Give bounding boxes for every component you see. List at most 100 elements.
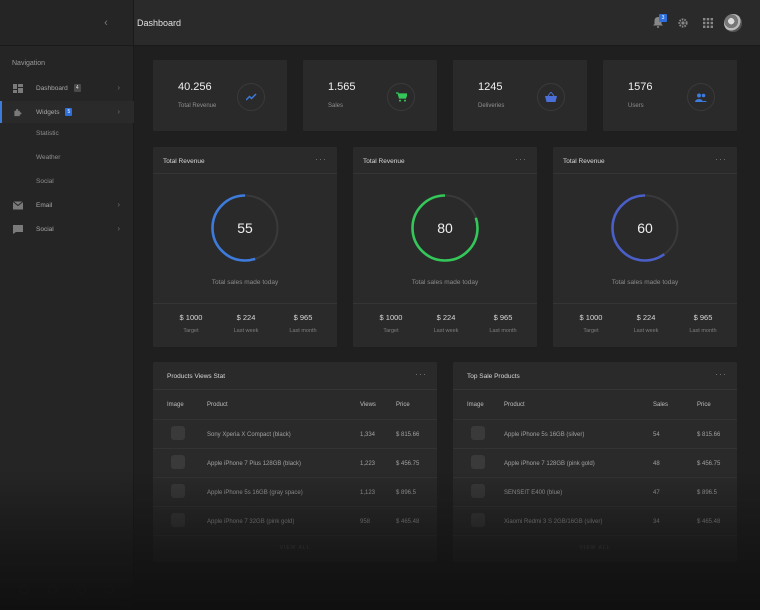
more-options-icon[interactable]: ··· <box>715 369 727 379</box>
product-thumbnail <box>471 426 485 440</box>
column-header-image[interactable]: Image <box>167 402 184 408</box>
column-header-image[interactable]: Image <box>467 402 484 408</box>
chevron-right-icon: › <box>117 200 120 209</box>
sidebar-item-label: Widgets <box>36 108 60 116</box>
product-name: Apple iPhone 5s 16GB (silver) <box>504 432 585 438</box>
view-all-link[interactable]: VIEW ALL <box>153 545 437 551</box>
sidebar-item-social[interactable]: Social › <box>0 218 134 240</box>
power-icon[interactable] <box>105 584 115 594</box>
sidebar-item-widgets[interactable]: Widgets 5 › <box>0 101 134 123</box>
product-views: 1,123 <box>360 490 376 496</box>
metric-label: Last month <box>689 328 717 334</box>
product-name: SENSEIT E400 (blue) <box>504 490 563 496</box>
product-price: $ 456.75 <box>396 461 420 467</box>
product-thumbnail <box>471 513 485 527</box>
product-views: 1,223 <box>360 461 376 467</box>
widgets-badge: 5 <box>65 108 73 116</box>
sidebar-subitem-social[interactable]: Social <box>36 178 54 185</box>
metric-value: $ 224 <box>636 313 656 322</box>
metric-target: $ 1000 Target <box>566 313 616 334</box>
table-row[interactable]: Xiaomi Redmi 3 S 2GB/16GB (silver) 34 $ … <box>453 506 737 535</box>
help-icon[interactable] <box>76 584 86 594</box>
more-options-icon[interactable]: ··· <box>315 154 327 164</box>
table-row[interactable]: Apple iPhone 5s 16GB (gray space) 1,123 … <box>153 477 437 506</box>
metric-target: $ 1000 Target <box>366 313 416 334</box>
product-views: 958 <box>360 519 371 525</box>
page-title: Dashboard <box>137 18 182 28</box>
metric-value: $ 224 <box>236 313 256 322</box>
sidebar-subitem-weather[interactable]: Weather <box>36 154 60 161</box>
gauge-value: 80 <box>437 220 453 236</box>
avatar[interactable] <box>724 14 742 32</box>
card-divider <box>353 303 537 304</box>
stat-label: Sales <box>328 103 344 109</box>
lock-icon[interactable] <box>48 584 58 594</box>
dashboard-icon <box>13 83 23 93</box>
more-options-icon[interactable]: ··· <box>415 369 427 379</box>
more-options-icon[interactable]: ··· <box>715 154 727 164</box>
card-divider <box>153 389 437 390</box>
stat-value: 1245 <box>478 81 503 93</box>
metric-value: $ 965 <box>693 313 713 322</box>
column-header-product[interactable]: Product <box>207 402 228 408</box>
metric-label: Last month <box>489 328 517 334</box>
metric-last-month: $ 965 Last month <box>678 313 728 334</box>
sidebar-item-label: Social <box>36 225 54 233</box>
metric-label: Target <box>583 328 599 334</box>
table-row[interactable]: Apple iPhone 7 32GB (pink gold) 958 $ 46… <box>153 506 437 535</box>
metric-label: Last week <box>233 328 259 334</box>
product-price: $ 815.66 <box>697 432 721 438</box>
sidebar-item-label: Dashboard <box>36 84 68 92</box>
more-options-icon[interactable]: ··· <box>515 154 527 164</box>
dashboard-badge: 4 <box>73 84 81 92</box>
gauge-caption: Total sales made today <box>611 279 679 286</box>
gauge-value: 55 <box>237 220 253 236</box>
column-header-price[interactable]: Price <box>697 402 711 408</box>
apps-grid-icon[interactable] <box>703 18 713 28</box>
table-row[interactable]: Sony Xperia X Compact (black) 1,334 $ 81… <box>153 419 437 448</box>
stat-label: Deliveries <box>478 103 505 109</box>
column-header-product[interactable]: Product <box>504 402 525 408</box>
gauge-caption: Total sales made today <box>211 279 279 286</box>
settings-icon[interactable] <box>19 584 29 594</box>
metric-last-week: $ 224 Last week <box>621 313 671 334</box>
table-row[interactable]: Apple iPhone 7 Plus 128GB (black) 1,223 … <box>153 448 437 477</box>
sidebar-item-dashboard[interactable]: Dashboard 4 › <box>0 77 134 99</box>
product-name: Sony Xperia X Compact (black) <box>207 432 291 438</box>
metric-last-week: $ 224 Last week <box>221 313 271 334</box>
table-row[interactable]: SENSEIT E400 (blue) 47 $ 896.5 <box>453 477 737 506</box>
product-thumbnail <box>171 455 185 469</box>
column-header-price[interactable]: Price <box>396 402 410 408</box>
card-divider <box>153 535 437 536</box>
row-divider <box>153 419 437 420</box>
metric-label: Target <box>383 328 399 334</box>
table-row[interactable]: Apple iPhone 5s 16GB (silver) 54 $ 815.6… <box>453 419 737 448</box>
sidebar-item-email[interactable]: Email › <box>0 194 134 216</box>
metric-value: $ 1000 <box>179 313 203 322</box>
metric-last-week: $ 224 Last week <box>421 313 471 334</box>
stat-value: 1576 <box>628 81 653 93</box>
sidebar-subitem-statistic[interactable]: Statistic <box>36 130 59 137</box>
chat-icon <box>13 224 23 234</box>
chevron-right-icon: › <box>117 224 120 233</box>
gear-icon[interactable] <box>678 18 688 28</box>
column-header-views[interactable]: Views <box>360 402 376 408</box>
product-price: $ 465.48 <box>396 519 420 525</box>
product-price: $ 456.75 <box>697 461 721 467</box>
metric-value: $ 965 <box>493 313 513 322</box>
card-divider <box>353 173 537 174</box>
view-all-link[interactable]: VIEW ALL <box>453 545 737 551</box>
chevron-right-icon: › <box>117 107 120 116</box>
stat-card-sales: 1.565 Sales <box>303 60 437 131</box>
metric-value: $ 965 <box>293 313 313 322</box>
stat-card-users: 1576 Users <box>603 60 737 131</box>
product-sales: 48 <box>653 461 660 467</box>
stat-label: Total Revenue <box>178 103 217 109</box>
column-header-sales[interactable]: Sales <box>653 402 668 408</box>
stat-label: Users <box>628 103 644 109</box>
revenue-card-2: Total Revenue ··· 80 Total sales made to… <box>353 147 537 347</box>
card-divider <box>453 389 737 390</box>
metric-label: Last month <box>289 328 317 334</box>
table-row[interactable]: Apple iPhone 7 128GB (pink gold) 48 $ 45… <box>453 448 737 477</box>
collapse-sidebar-icon[interactable]: ‹ <box>100 16 112 30</box>
